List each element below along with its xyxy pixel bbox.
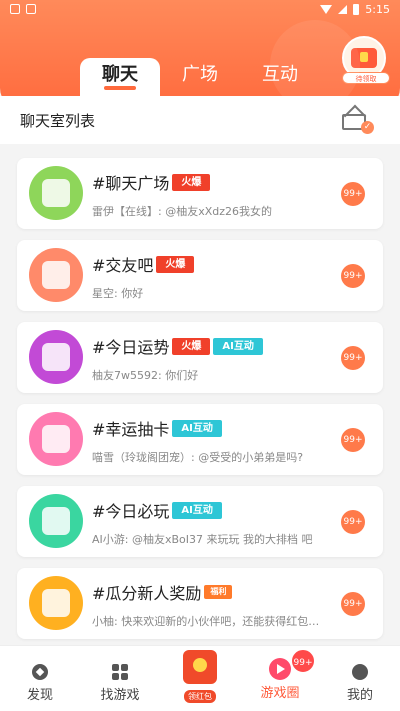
last-message: 星空: 你好 [92, 287, 144, 300]
nav-label: 游戏圈 [260, 686, 300, 701]
unread-count-badge: 99+ [341, 510, 365, 534]
unread-count-badge: 99+ [341, 346, 365, 370]
room-avatar [29, 248, 83, 302]
unread-count-badge: 99+ [341, 264, 365, 288]
card-icon [42, 425, 70, 453]
fortune-tag-icon [42, 343, 70, 371]
chat-bubble-icon [42, 179, 70, 207]
read-all-button[interactable]: ✓ [342, 108, 374, 134]
room-list: #聊天广场 火爆 雷伊【在线】: @柚友xXdz26我女的 99+ #交友吧 火… [17, 158, 383, 650]
compass-icon [32, 664, 48, 680]
nav-me[interactable]: 我的 [320, 646, 400, 711]
bottom-nav: 发现 找游戏 领红包 游戏圈 99+ 我的 [0, 645, 400, 711]
unread-count-badge: 99+ [341, 182, 365, 206]
room-name: #今日必玩 [92, 502, 170, 521]
ai-interact-tag: AI互动 [172, 501, 222, 519]
clock: 5:15 [365, 3, 390, 16]
battery-icon [353, 4, 360, 15]
status-bar: 5:15 [0, 0, 400, 22]
nav-red-packet[interactable]: 领红包 [160, 646, 240, 711]
header: 5:15 聊天 广场 互动 待领取 [0, 0, 400, 110]
room-card-chat-square[interactable]: #聊天广场 火爆 雷伊【在线】: @柚友xXdz26我女的 99+ [17, 158, 383, 229]
active-tab-indicator [104, 86, 136, 90]
red-packet-icon [183, 650, 217, 684]
red-packet-icon [42, 589, 70, 617]
last-message: 雷伊【在线】: @柚友xXdz26我女的 [92, 205, 273, 218]
section-title: 聊天室列表 [20, 112, 96, 130]
wifi-icon [320, 5, 333, 14]
room-avatar [29, 576, 83, 630]
room-name: #聊天广场 [92, 174, 170, 193]
room-card-daily-fortune[interactable]: #今日运势 火爆 AI互动 柚友7w5592: 你们好 99+ [17, 322, 383, 393]
hot-tag: 火爆 [172, 173, 211, 191]
last-message: 小柚: 快来欢迎新的小伙伴吧，还能获得红包币... [92, 615, 322, 628]
ai-interact-tag: AI互动 [213, 337, 263, 355]
room-avatar [29, 412, 83, 466]
room-card-lucky-draw[interactable]: #幸运抽卡 AI互动 喵雪（玲珑阁团宠）: @受受的小弟弟是吗? 99+ [17, 404, 383, 475]
hot-tag: 火爆 [156, 255, 195, 273]
nav-unread-badge: 99+ [290, 648, 316, 674]
tab-square[interactable]: 广场 [160, 58, 240, 96]
last-message: 柚友7w5592: 你们好 [92, 369, 199, 382]
check-icon: ✓ [361, 121, 374, 134]
nav-find-games[interactable]: 找游戏 [80, 646, 160, 711]
nav-label: 发现 [26, 688, 53, 703]
tab-label: 聊天 [102, 64, 138, 85]
room-avatar [29, 330, 83, 384]
room-avatar [29, 166, 83, 220]
room-card-make-friends[interactable]: #交友吧 火爆 星空: 你好 99+ [17, 240, 383, 311]
unread-count-badge: 99+ [341, 428, 365, 452]
hot-tag: 火爆 [172, 337, 211, 355]
nav-discover[interactable]: 发现 [0, 646, 80, 711]
apps-icon [112, 664, 128, 680]
room-name: #今日运势 [92, 338, 170, 357]
gallery-icon [10, 4, 20, 14]
tab-chat[interactable]: 聊天 [80, 58, 160, 96]
tab-interact[interactable]: 互动 [240, 58, 320, 96]
nav-label: 领红包 [184, 690, 216, 703]
room-avatar [29, 494, 83, 548]
gift-icon [351, 48, 377, 68]
welfare-tag: 福利 [204, 585, 233, 599]
nav-label: 找游戏 [100, 688, 140, 703]
heart-icon [42, 261, 70, 289]
room-card-must-play[interactable]: #今日必玩 AI互动 AI小游: @柚友xBoI37 来玩玩 我的大排档 吧 9… [17, 486, 383, 557]
ai-interact-tag: AI互动 [172, 419, 222, 437]
last-message: 喵雪（玲珑阁团宠）: @受受的小弟弟是吗? [92, 451, 304, 464]
signal-icon [338, 5, 348, 14]
gift-badge-button[interactable]: 待领取 [342, 36, 390, 84]
font-icon [26, 4, 36, 14]
room-name: #交友吧 [92, 256, 154, 275]
room-card-newbie-reward[interactable]: #瓜分新人奖励 福利 小柚: 快来欢迎新的小伙伴吧，还能获得红包币... 99+ [17, 568, 383, 639]
section-bar: 聊天室列表 ✓ [0, 96, 400, 144]
play-icon [269, 658, 291, 680]
nav-label: 我的 [346, 688, 373, 703]
profile-icon [352, 664, 368, 680]
last-message: AI小游: @柚友xBoI37 来玩玩 我的大排档 吧 [92, 533, 313, 546]
room-name: #幸运抽卡 [92, 420, 170, 439]
tab-label: 互动 [262, 64, 298, 85]
room-name: #瓜分新人奖励 [92, 584, 202, 603]
gift-label: 待领取 [342, 72, 390, 84]
gamepad-icon [42, 507, 70, 535]
top-tabs: 聊天 广场 互动 [80, 58, 320, 96]
tab-label: 广场 [182, 64, 218, 85]
unread-count-badge: 99+ [341, 592, 365, 616]
